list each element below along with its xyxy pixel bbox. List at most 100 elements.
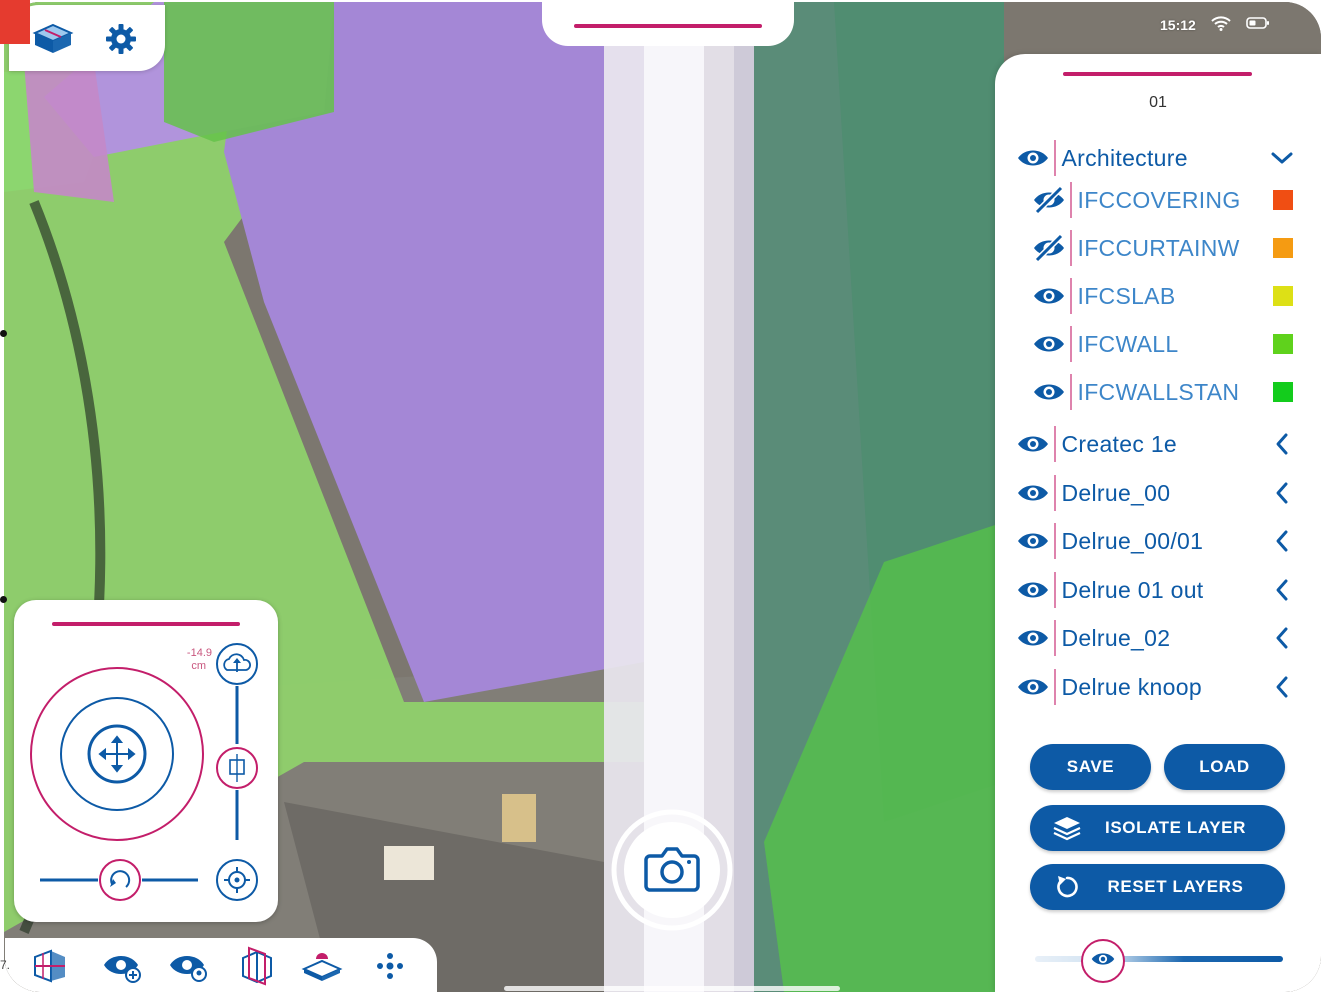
clip-plane-icon[interactable] — [233, 946, 279, 986]
separator — [1054, 523, 1056, 559]
sublayer-ifcwallstan[interactable]: IFCWALLSTAN — [1031, 372, 1301, 412]
move-joystick[interactable] — [60, 697, 174, 811]
layer-color-swatch — [1273, 334, 1293, 354]
isolate-layer-button[interactable]: ISOLATE LAYER — [1030, 805, 1285, 851]
eye-icon[interactable] — [1031, 329, 1067, 359]
eye-icon[interactable] — [1015, 526, 1051, 556]
home-indicator[interactable] — [504, 986, 840, 991]
add-view-icon[interactable] — [99, 946, 145, 986]
device-screen: 15:12 01 Architecture IFCCOVERING IFCCUR… — [4, 2, 1321, 992]
top-drawer-handle[interactable] — [542, 2, 794, 46]
layer-color-swatch — [1273, 190, 1293, 210]
layer-group-delrue-02[interactable]: Delrue_02 — [1015, 618, 1295, 658]
eye-icon[interactable] — [1015, 575, 1051, 605]
separator — [1054, 620, 1056, 656]
layer-group-delrue-knoop[interactable]: Delrue knoop — [1015, 667, 1295, 707]
layer-label: IFCWALLSTAN — [1077, 378, 1240, 405]
layer-group-delrue-00-01[interactable]: Delrue_00/01 — [1015, 521, 1295, 561]
locate-view-icon[interactable] — [165, 946, 211, 986]
bottom-toolbar — [5, 938, 437, 992]
separator — [1070, 230, 1072, 266]
chevron-left-icon[interactable] — [1269, 674, 1295, 700]
eye-hidden-icon[interactable] — [1031, 233, 1067, 263]
rotation-slider-knob[interactable] — [99, 859, 141, 901]
3d-model-icon[interactable] — [31, 19, 75, 59]
level-title: 01 — [1149, 94, 1167, 111]
chevron-left-icon[interactable] — [1269, 625, 1295, 651]
separator — [1054, 426, 1056, 462]
separator — [1070, 374, 1072, 410]
edge-marker — [0, 0, 30, 44]
layer-group-architecture[interactable]: Architecture — [1015, 138, 1295, 178]
layer-label: Architecture — [1061, 144, 1188, 171]
layer-group-createc[interactable]: Createc 1e — [1015, 424, 1295, 464]
layer-label: IFCWALL — [1077, 330, 1179, 357]
chevron-left-icon[interactable] — [1269, 431, 1295, 457]
layer-label: Delrue_02 — [1061, 624, 1171, 651]
separator — [1070, 278, 1072, 314]
layer-panel: 01 Architecture IFCCOVERING IFCCURTAINW … — [995, 54, 1321, 992]
capture-button[interactable] — [610, 808, 734, 932]
layer-label: IFCCOVERING — [1077, 186, 1241, 213]
layer-label: Delrue knoop — [1061, 673, 1202, 700]
separator — [1054, 572, 1056, 608]
layer-label: IFCCURTAINW — [1077, 234, 1240, 261]
eye-icon[interactable] — [1015, 478, 1051, 508]
sublayer-ifcslab[interactable]: IFCSLAB — [1031, 276, 1301, 316]
chevron-left-icon[interactable] — [1269, 528, 1295, 554]
sublayer-ifcwall[interactable]: IFCWALL — [1031, 324, 1301, 364]
eye-icon[interactable] — [1015, 429, 1051, 459]
floor-plane-icon[interactable] — [299, 946, 345, 986]
layer-label: Delrue_00/01 — [1061, 527, 1204, 554]
layer-color-swatch — [1273, 238, 1293, 258]
edge-text: 7. — [0, 958, 11, 972]
upload-cloud-icon[interactable] — [216, 643, 258, 685]
layer-label: Delrue_00 — [1061, 479, 1171, 506]
layer-group-delrue-00[interactable]: Delrue_00 — [1015, 473, 1295, 513]
load-button-label: LOAD — [1199, 757, 1250, 776]
panel-handle[interactable] — [1063, 72, 1252, 76]
move-dots-icon[interactable] — [367, 946, 413, 986]
layer-color-swatch — [1273, 286, 1293, 306]
save-button-label: SAVE — [1066, 757, 1115, 776]
separator — [1070, 182, 1072, 218]
sublayer-ifccurtainw[interactable]: IFCCURTAINW — [1031, 228, 1301, 268]
reset-layers-label: RESET LAYERS — [1107, 877, 1244, 896]
save-button[interactable]: SAVE — [1030, 744, 1151, 790]
section-box-icon[interactable] — [27, 946, 73, 986]
drawer-handle-bar — [574, 24, 762, 28]
chevron-left-icon[interactable] — [1269, 480, 1295, 506]
battery-icon — [1246, 16, 1270, 35]
chevron-down-icon[interactable] — [1269, 145, 1295, 171]
wifi-icon — [1210, 15, 1232, 36]
eye-icon[interactable] — [1031, 281, 1067, 311]
reset-icon — [1052, 874, 1082, 900]
eye-hidden-icon[interactable] — [1031, 185, 1067, 215]
separator — [1054, 475, 1056, 511]
clock: 15:12 — [1160, 17, 1196, 33]
separator — [1054, 669, 1056, 705]
eye-icon[interactable] — [1015, 143, 1051, 173]
reset-layers-button[interactable]: RESET LAYERS — [1030, 864, 1285, 910]
height-slider-knob[interactable] — [216, 747, 258, 789]
top-toolbar — [9, 5, 165, 71]
recenter-icon[interactable] — [216, 859, 258, 901]
status-bar: 15:12 — [1160, 14, 1270, 36]
layers-icon — [1052, 815, 1082, 841]
layer-label: Createc 1e — [1061, 430, 1178, 457]
gear-icon[interactable] — [99, 19, 143, 59]
opacity-slider[interactable] — [1035, 956, 1283, 962]
eye-icon[interactable] — [1031, 377, 1067, 407]
chevron-left-icon[interactable] — [1269, 577, 1295, 603]
eye-icon — [1091, 951, 1115, 972]
layer-label: Delrue 01 out — [1061, 576, 1204, 603]
layer-group-delrue-01-out[interactable]: Delrue 01 out — [1015, 570, 1295, 610]
load-button[interactable]: LOAD — [1164, 744, 1285, 790]
edge-dot — [0, 596, 7, 603]
opacity-slider-knob[interactable] — [1081, 939, 1125, 983]
isolate-layer-label: ISOLATE LAYER — [1105, 818, 1246, 837]
eye-icon[interactable] — [1015, 672, 1051, 702]
sublayer-ifccovering[interactable]: IFCCOVERING — [1031, 180, 1301, 220]
layer-color-swatch — [1273, 382, 1293, 402]
eye-icon[interactable] — [1015, 623, 1051, 653]
